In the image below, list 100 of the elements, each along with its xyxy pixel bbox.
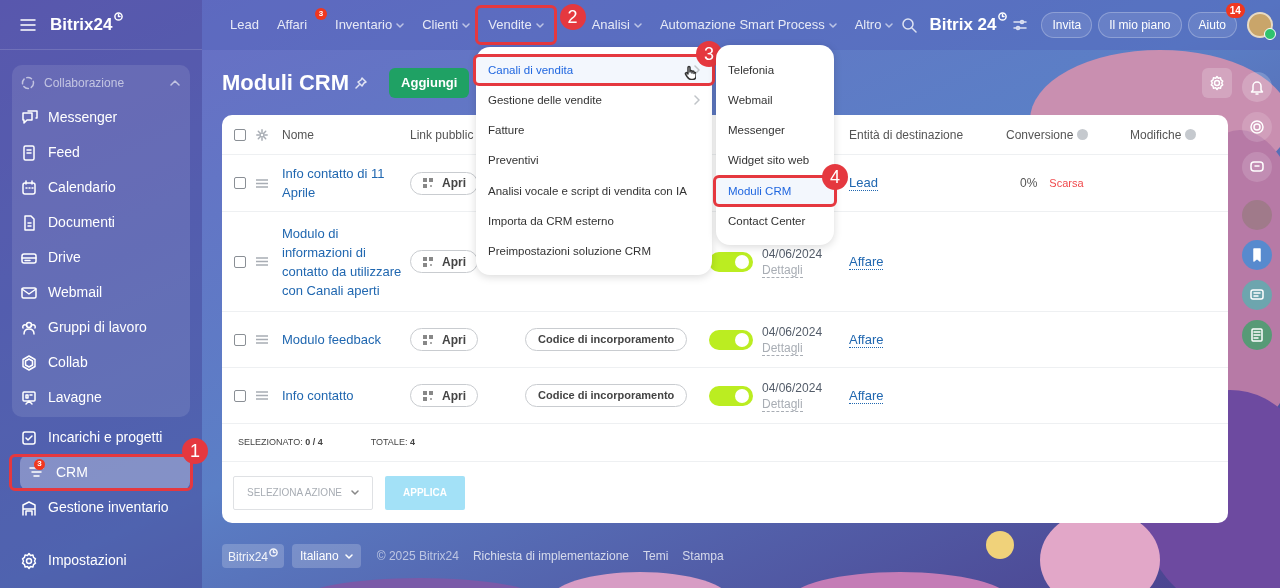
qr-code-icon <box>422 255 434 268</box>
conversion-value: 0% <box>1020 175 1038 192</box>
sidebar-item[interactable]: Messenger <box>12 100 130 135</box>
checkbox[interactable] <box>234 128 246 141</box>
entity-link[interactable]: Lead <box>849 175 878 192</box>
sidebar-item[interactable]: Drive <box>12 240 93 275</box>
checkbox[interactable] <box>234 389 246 402</box>
nav-item[interactable]: Inventario <box>327 10 413 40</box>
checkbox[interactable] <box>234 255 246 268</box>
form-name-link[interactable]: Modulo feedback <box>282 330 410 349</box>
conversion-rating: Scarsa <box>1049 175 1084 191</box>
menu-item[interactable]: Webmail <box>716 85 834 116</box>
menu-icon <box>20 17 36 32</box>
language-button[interactable]: Italiano <box>292 544 361 568</box>
sidebar-item-label: Documenti <box>48 213 115 232</box>
sidebar-item[interactable]: Calendario <box>12 170 128 205</box>
clock-icon <box>998 12 1008 22</box>
toggle-switch[interactable] <box>709 251 753 272</box>
help-icon[interactable] <box>1185 129 1197 140</box>
rail-button[interactable] <box>1242 112 1273 142</box>
entity-link[interactable]: Affare <box>849 387 884 404</box>
rail-button[interactable] <box>1242 152 1273 182</box>
menu-item[interactable]: Gestione delle vendite <box>476 85 712 116</box>
hand-pointer-icon <box>684 65 696 80</box>
nav-item[interactable]: Automazione Smart Process <box>651 10 845 40</box>
nav-item[interactable]: Affari <box>268 10 316 40</box>
clock-icon <box>269 548 278 557</box>
sidebar-item-label: Collab <box>48 353 88 372</box>
sidebar-item[interactable]: Gestione inventario <box>12 490 181 525</box>
nav-item[interactable]: Lead <box>222 10 267 40</box>
nav-item[interactable]: Clienti <box>414 10 479 40</box>
column-header[interactable]: Nome <box>282 125 314 144</box>
header-button[interactable]: Il mio piano <box>1098 12 1182 38</box>
header-button[interactable]: Invita <box>1041 12 1093 38</box>
messenger-icon <box>20 108 38 127</box>
qr-code-icon <box>422 177 434 189</box>
menu-item[interactable]: Messenger <box>716 115 834 146</box>
pin-icon <box>355 76 368 89</box>
group-title: Collaborazione <box>44 74 126 92</box>
chevron-down-icon <box>344 553 353 559</box>
sidebar-item-label: Feed <box>48 143 80 162</box>
gear-icon <box>256 128 268 141</box>
entity-link[interactable]: Affare <box>849 253 884 270</box>
menu-item[interactable]: Fatture <box>476 115 712 146</box>
summary-text: TOTALE: 4 <box>370 435 415 449</box>
add-button[interactable]: Aggiungi <box>389 67 470 98</box>
footer-link[interactable]: Temi <box>643 547 669 565</box>
column-header[interactable]: Conversione <box>1006 125 1074 144</box>
sidebar-item[interactable]: Collab <box>12 345 100 380</box>
settings-label: Impostazioni <box>48 551 127 570</box>
date-text: 04/06/2024 <box>762 246 823 263</box>
menu-item[interactable]: Contact Center <box>716 206 834 237</box>
sidebar-item[interactable]: Documenti <box>12 205 127 240</box>
form-name-link[interactable]: Info contatto di 11 Aprile <box>282 164 410 202</box>
column-header[interactable]: Modifiche <box>1130 125 1182 144</box>
calendar-icon <box>20 178 38 197</box>
menu-item[interactable]: Preventivi <box>476 145 712 177</box>
logo: Bitrix 24 <box>929 14 997 37</box>
drag-handle-icon <box>256 335 268 344</box>
rail-button[interactable] <box>1242 72 1273 102</box>
entity-link[interactable]: Affare <box>849 331 884 348</box>
menu-item[interactable]: Importa da CRM esterno <box>476 206 712 237</box>
sidebar-item[interactable]: Incarichi e progetti <box>12 420 175 455</box>
settings-button[interactable] <box>1202 67 1232 98</box>
sidebar-item-label: Webmail <box>48 283 103 302</box>
warehouse-icon <box>20 498 38 517</box>
help-icon[interactable] <box>1077 129 1089 140</box>
footer-link[interactable]: Stampa <box>682 547 724 565</box>
date-text: 04/06/2024 <box>762 380 823 397</box>
form-name-link[interactable]: Modulo di informazioni di contatto da utilizzare con Canali aperti <box>282 223 410 300</box>
checkbox[interactable] <box>234 177 246 189</box>
sidebar-item[interactable]: Webmail <box>12 275 115 310</box>
toggle-switch[interactable] <box>709 385 753 406</box>
board-icon <box>20 388 38 407</box>
settings-link[interactable]: Impostazioni <box>12 543 190 578</box>
menu-item[interactable]: Analisi vocale e script di vendita con IA <box>476 176 712 207</box>
settings-icon <box>20 551 38 570</box>
sidebar-item[interactable]: 3 CRM <box>20 455 190 490</box>
column-header[interactable]: Entità di destinazione <box>849 125 964 144</box>
column-header[interactable]: Link pubblic <box>410 125 474 144</box>
sidebar-item[interactable]: Lavagne <box>12 380 114 415</box>
footer-logo-button[interactable]: Bitrix24 <box>222 544 284 568</box>
footer-link[interactable]: Richiesta di implementazione <box>472 547 629 565</box>
toggle-switch[interactable] <box>709 329 753 350</box>
nav-item[interactable]: Analisi <box>583 10 650 40</box>
checkbox[interactable] <box>234 333 246 346</box>
sidebar-item-label: Incarichi e progetti <box>48 428 163 447</box>
nav-item[interactable]: Altro <box>846 10 902 40</box>
form-name-link[interactable]: Info contatto <box>282 386 410 405</box>
sliders-icon <box>1013 19 1028 31</box>
nav-item[interactable]: Vendite <box>480 10 552 40</box>
sidebar-item-label: CRM <box>56 463 88 482</box>
copyright-text: © 2025 Bitrix24 <box>376 548 459 565</box>
sidebar-item[interactable]: Gruppi di lavoro <box>12 310 159 345</box>
menu-item[interactable]: Preimpostazioni soluzione CRM <box>476 236 712 268</box>
sidebar-item[interactable]: Feed <box>12 135 92 170</box>
group-header[interactable]: Collaborazione <box>12 65 190 100</box>
qr-code-icon <box>422 333 434 346</box>
qr-code-icon <box>422 389 434 402</box>
settings-icon <box>1209 74 1225 91</box>
